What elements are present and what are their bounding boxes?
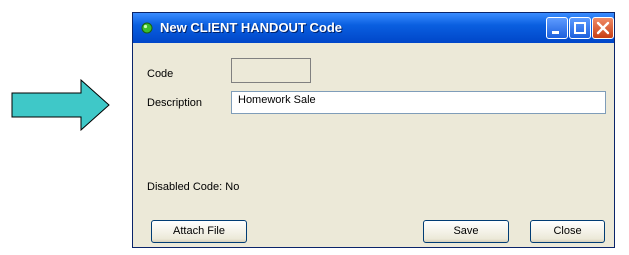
close-icon xyxy=(596,21,610,35)
close-window-button[interactable] xyxy=(592,17,614,39)
maximize-icon xyxy=(574,22,586,34)
code-label: Code xyxy=(147,68,174,80)
minimize-button[interactable] xyxy=(546,17,568,39)
code-field[interactable] xyxy=(231,58,311,83)
save-button[interactable]: Save xyxy=(423,220,509,243)
close-button[interactable]: Close xyxy=(530,220,605,243)
description-field[interactable]: Homework Sale xyxy=(231,91,606,114)
description-label: Description xyxy=(147,97,203,109)
attach-file-button[interactable]: Attach File xyxy=(151,220,247,243)
window-title: New CLIENT HANDOUT Code xyxy=(160,20,342,35)
maximize-button[interactable] xyxy=(569,17,591,39)
title-bar[interactable]: New CLIENT HANDOUT Code xyxy=(133,13,614,43)
app-icon xyxy=(141,22,153,34)
disabled-code-label: Disabled Code: No xyxy=(147,181,240,193)
arrow-icon xyxy=(11,79,110,131)
dialog-window: New CLIENT HANDOUT Code Code Description… xyxy=(132,12,615,248)
minimize-icon xyxy=(552,31,559,34)
